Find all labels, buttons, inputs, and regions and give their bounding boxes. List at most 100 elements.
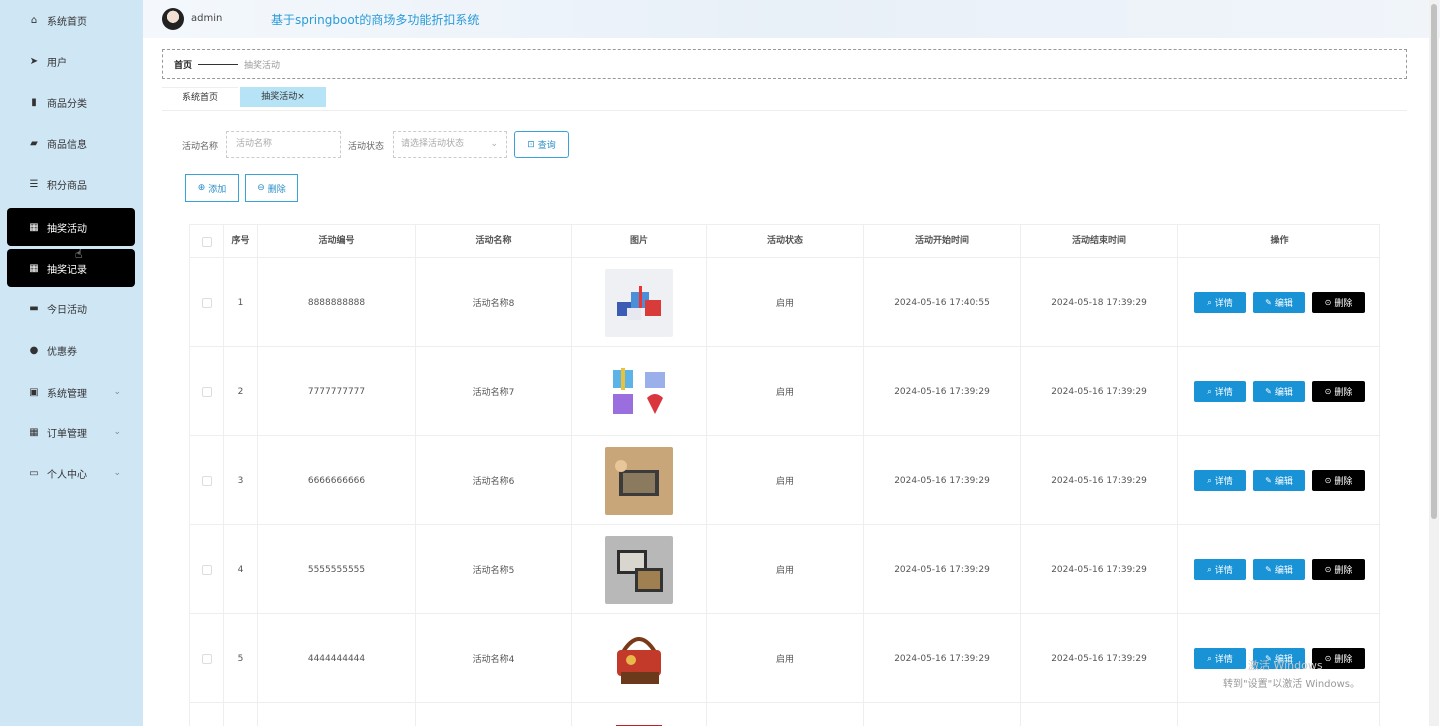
grid-icon: ▦ (29, 221, 39, 233)
delete-button[interactable]: ⊙ 删除 (1312, 470, 1365, 491)
col-header-start: 活动开始时间 (864, 225, 1021, 258)
row-checkbox[interactable] (201, 297, 212, 308)
sidebar: ⌂ 系统首页 ➤ 用户 ▮ 商品分类 ▰ 商品信息 ☰ 积分商品 ▦ 抽奖活动 ▦ 抽奖记录 … (0, 0, 143, 726)
sidebar-item-orders[interactable]: ▦ 订单管理 ⌄ (7, 413, 135, 451)
detail-button[interactable]: ⌕ 详情 (1194, 292, 1246, 313)
cell-name: 活动名称5 (416, 525, 572, 614)
batch-delete-button[interactable]: ⊖ 删除 (245, 174, 298, 202)
edit-icon: ✎ (1265, 476, 1272, 485)
detail-button-label: 详情 (1214, 655, 1233, 665)
cell-image (572, 258, 707, 347)
thumb-icon: ▰ (30, 137, 38, 149)
row-checkbox[interactable] (201, 475, 212, 486)
sidebar-item-system[interactable]: ▣ 系统管理 ⌄ (7, 373, 135, 411)
breadcrumb-current: 抽奖活动 (244, 60, 281, 71)
detail-button[interactable]: ⌕ 详情 (1194, 381, 1246, 402)
tab-home[interactable]: 系统首页 (162, 87, 238, 107)
detail-button[interactable]: ⌕ 详情 (1194, 559, 1246, 580)
search-icon: ⊡ (527, 139, 535, 150)
gift-image[interactable] (605, 268, 673, 337)
gift-image[interactable] (605, 446, 673, 515)
cell-no: 3 (224, 436, 258, 525)
delete-button[interactable]: ⊙ 删除 (1312, 381, 1365, 402)
delete-button-label: 删除 (1334, 566, 1353, 576)
sidebar-item-points-goods[interactable]: ☰ 积分商品 (7, 165, 135, 203)
search-status-label: 活动状态 (348, 142, 385, 152)
row-select-cell (190, 703, 224, 726)
sidebar-item-label: 用户 (47, 57, 67, 69)
query-button[interactable]: ⊡ 查询 (514, 131, 569, 158)
avatar[interactable] (162, 8, 184, 30)
cell-start: 2024-05-16 17:40:55 (864, 258, 1021, 347)
delete-button[interactable]: ⊙ 删除 (1312, 559, 1365, 580)
sidebar-item-lottery[interactable]: ▦ 抽奖活动 (7, 208, 135, 246)
breadcrumb-home[interactable]: 首页 (174, 58, 192, 71)
sidebar-item-users[interactable]: ➤ 用户 (7, 42, 135, 80)
delete-button-label: 删除 (1334, 299, 1353, 309)
sidebar-item-goods[interactable]: ▰ 商品信息 (7, 124, 135, 162)
edit-icon: ✎ (1265, 387, 1272, 396)
cell-image (572, 614, 707, 703)
detail-button-label: 详情 (1214, 566, 1233, 576)
cell-code: 5555555555 (258, 525, 416, 614)
cell-name: 活动名称4 (416, 614, 572, 703)
scrollbar-thumb[interactable] (1431, 4, 1437, 519)
page-scrollbar[interactable] (1429, 0, 1439, 726)
search-name-input[interactable]: 活动名称 (226, 131, 341, 158)
breadcrumb-separator (198, 63, 239, 65)
col-header-image: 图片 (572, 225, 707, 258)
edit-button[interactable]: ✎ 编辑 (1253, 292, 1305, 313)
row-checkbox[interactable] (201, 564, 212, 575)
sidebar-item-category[interactable]: ▮ 商品分类 (7, 83, 135, 121)
search-name-label: 活动名称 (182, 142, 219, 152)
cell-status (707, 703, 864, 726)
page-title: 基于springboot的商场多功能折扣系统 (271, 13, 480, 27)
cell-name: 活动名称8 (416, 258, 572, 347)
detail-button[interactable]: ⌕ 详情 (1194, 470, 1246, 491)
row-checkbox[interactable] (201, 653, 212, 664)
chevron-down-icon: ⌄ (490, 139, 498, 149)
row-select-cell (190, 258, 224, 347)
detail-button-label: 详情 (1214, 477, 1233, 487)
row-select-cell (190, 525, 224, 614)
header: admin 基于springboot的商场多功能折扣系统 (143, 0, 1440, 38)
gift-image[interactable] (605, 535, 673, 604)
cell-end: 2024-05-16 17:39:29 (1021, 347, 1178, 436)
detail-button-label: 详情 (1214, 388, 1233, 398)
sidebar-item-label: 商品信息 (47, 139, 87, 151)
gift-image[interactable] (605, 357, 673, 426)
minus-circle-icon: ⊖ (257, 183, 265, 193)
row-select-cell (190, 614, 224, 703)
cell-image (572, 436, 707, 525)
username: admin (191, 13, 223, 24)
gift-image[interactable] (605, 624, 673, 693)
sidebar-item-profile[interactable]: ▭ 个人中心 ⌄ (7, 454, 135, 492)
cell-status: 启用 (707, 258, 864, 347)
edit-button[interactable]: ✎ 编辑 (1253, 470, 1305, 491)
sidebar-item-today[interactable]: ▬ 今日活动 (7, 289, 135, 327)
cell-end: 2024-05-16 17:39:29 (1021, 525, 1178, 614)
add-button[interactable]: ⊕ 添加 (185, 174, 239, 202)
sidebar-item-label: 系统管理 (47, 388, 87, 400)
edit-button[interactable]: ✎ 编辑 (1253, 381, 1305, 402)
col-header-ops: 操作 (1270, 236, 1289, 246)
breadcrumb: 首页 抽奖活动 (162, 49, 1407, 79)
sidebar-item-label: 个人中心 (47, 469, 87, 481)
sidebar-item-home[interactable]: ⌂ 系统首页 (7, 1, 135, 39)
select-all-checkbox[interactable] (201, 236, 212, 247)
row-checkbox[interactable] (201, 386, 212, 397)
query-button-label: 查询 (537, 141, 556, 151)
search-status-select[interactable]: 请选择活动状态 ⌄ (393, 131, 507, 158)
grid-icon: ▦ (29, 262, 39, 274)
sidebar-item-coupon[interactable]: ● 优惠券 (7, 331, 135, 369)
cell-start (864, 703, 1021, 726)
sidebar-item-lottery-record[interactable]: ▦ 抽奖记录 (7, 249, 135, 287)
list-icon: ☰ (29, 178, 39, 190)
edit-icon: ✎ (1265, 565, 1272, 574)
tab-lottery[interactable]: 抽奖活动× (240, 87, 326, 107)
edit-button[interactable]: ✎ 编辑 (1253, 559, 1305, 580)
send-icon: ➤ (29, 55, 39, 67)
detail-button[interactable]: ⌕ 详情 (1194, 648, 1246, 669)
delete-button[interactable]: ⊙ 删除 (1312, 292, 1365, 313)
home-icon: ⌂ (30, 14, 38, 26)
